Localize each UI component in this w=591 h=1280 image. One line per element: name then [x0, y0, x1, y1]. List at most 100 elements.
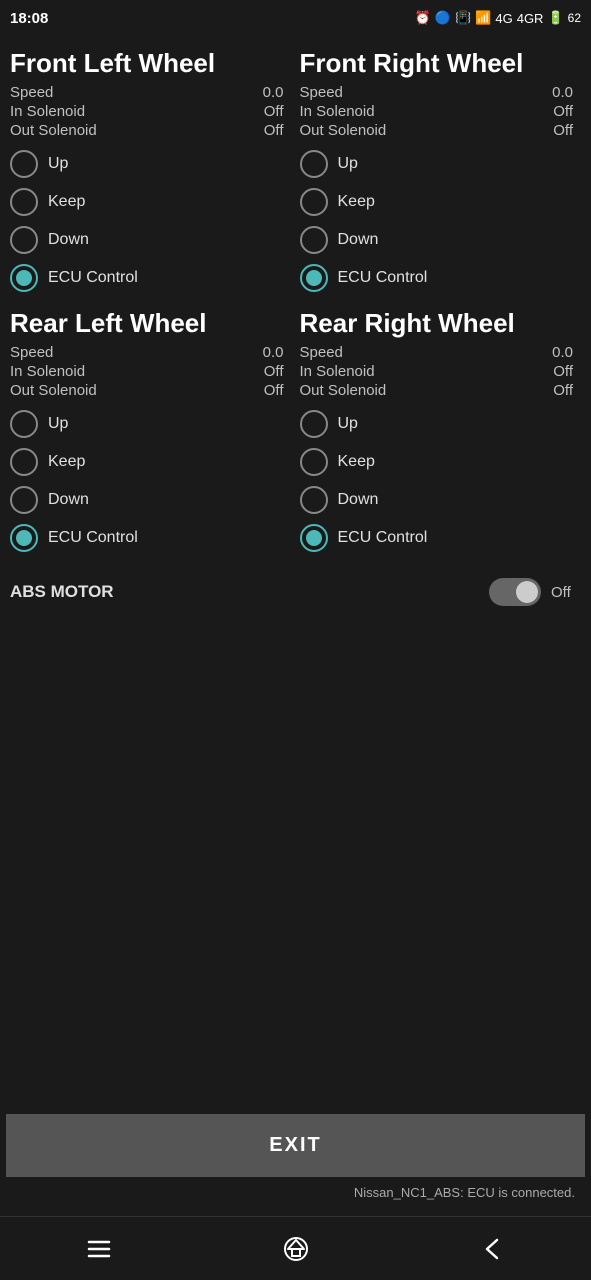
rear-left-down-radio[interactable]: [10, 486, 38, 514]
bluetooth-icon: 🔵: [435, 10, 451, 26]
rear-left-title: Rear Left Wheel: [10, 308, 292, 339]
front-left-radio-group: Up Keep Down ECU Control: [10, 146, 292, 296]
nav-bar: [0, 1216, 591, 1280]
rear-left-keep-option[interactable]: Keep: [10, 444, 292, 480]
front-left-up-label: Up: [48, 155, 68, 173]
status-bar: 18:08 ⏰ 🔵 📳 📶 4G 4GR 🔋 62: [0, 0, 591, 36]
front-right-ecu-label: ECU Control: [338, 269, 428, 287]
back-button[interactable]: [459, 1227, 527, 1271]
abs-motor-row: ABS MOTOR Off: [6, 568, 585, 616]
menu-icon: [85, 1235, 113, 1263]
rear-right-speed-label: Speed: [300, 344, 343, 361]
rear-left-up-radio[interactable]: [10, 410, 38, 438]
front-right-outsolenoid-label: Out Solenoid: [300, 122, 387, 139]
battery-icon: 🔋: [547, 10, 563, 26]
front-right-down-label: Down: [338, 231, 379, 249]
front-left-up-radio[interactable]: [10, 150, 38, 178]
battery-level: 62: [568, 11, 581, 25]
home-button[interactable]: [262, 1227, 330, 1271]
front-right-insolenoid-row: In Solenoid Off: [300, 102, 582, 121]
rear-right-ecu-radio[interactable]: [300, 524, 328, 552]
front-right-ecu-option[interactable]: ECU Control: [300, 260, 582, 296]
front-right-keep-radio[interactable]: [300, 188, 328, 216]
front-right-keep-option[interactable]: Keep: [300, 184, 582, 220]
time-display: 18:08: [10, 10, 48, 27]
front-right-keep-label: Keep: [338, 193, 375, 211]
rear-left-outsolenoid-row: Out Solenoid Off: [10, 381, 292, 400]
front-right-title: Front Right Wheel: [300, 48, 582, 79]
rear-right-outsolenoid-row: Out Solenoid Off: [300, 381, 582, 400]
front-right-radio-group: Up Keep Down ECU Control: [300, 146, 582, 296]
front-left-up-option[interactable]: Up: [10, 146, 292, 182]
front-left-insolenoid-label: In Solenoid: [10, 103, 85, 120]
front-left-title: Front Left Wheel: [10, 48, 292, 79]
front-left-down-option[interactable]: Down: [10, 222, 292, 258]
exit-button[interactable]: EXIT: [6, 1114, 585, 1177]
rear-right-down-option[interactable]: Down: [300, 482, 582, 518]
front-right-insolenoid-label: In Solenoid: [300, 103, 375, 120]
rear-right-outsolenoid-label: Out Solenoid: [300, 382, 387, 399]
rear-left-speed-value: 0.0: [263, 344, 284, 361]
rear-right-insolenoid-value: Off: [553, 363, 573, 380]
rear-right-keep-radio[interactable]: [300, 448, 328, 476]
rear-right-down-label: Down: [338, 491, 379, 509]
front-left-keep-option[interactable]: Keep: [10, 184, 292, 220]
abs-motor-toggle[interactable]: [489, 578, 541, 606]
rear-left-radio-group: Up Keep Down ECU Control: [10, 406, 292, 556]
front-right-section: Front Right Wheel Speed 0.0 In Solenoid …: [296, 44, 586, 304]
content-spacer: [6, 616, 585, 1114]
front-right-down-radio[interactable]: [300, 226, 328, 254]
rear-right-outsolenoid-value: Off: [553, 382, 573, 399]
front-left-speed-value: 0.0: [263, 84, 284, 101]
front-right-outsolenoid-value: Off: [553, 122, 573, 139]
vibrate-icon: 📳: [455, 10, 471, 26]
front-right-ecu-radio[interactable]: [300, 264, 328, 292]
front-left-down-radio[interactable]: [10, 226, 38, 254]
front-right-outsolenoid-row: Out Solenoid Off: [300, 121, 582, 140]
rear-left-outsolenoid-value: Off: [264, 382, 284, 399]
rear-right-title: Rear Right Wheel: [300, 308, 582, 339]
front-right-up-radio[interactable]: [300, 150, 328, 178]
front-left-insolenoid-value: Off: [264, 103, 284, 120]
signal-4g-icon: 4G: [495, 11, 512, 26]
front-right-down-option[interactable]: Down: [300, 222, 582, 258]
wheel-grid: Front Left Wheel Speed 0.0 In Solenoid O…: [6, 44, 585, 564]
front-right-up-option[interactable]: Up: [300, 146, 582, 182]
front-right-speed-row: Speed 0.0: [300, 83, 582, 102]
rear-right-keep-option[interactable]: Keep: [300, 444, 582, 480]
rear-right-section: Rear Right Wheel Speed 0.0 In Solenoid O…: [296, 304, 586, 564]
rear-left-ecu-option[interactable]: ECU Control: [10, 520, 292, 556]
front-right-speed-label: Speed: [300, 84, 343, 101]
rear-left-keep-radio[interactable]: [10, 448, 38, 476]
front-right-up-label: Up: [338, 155, 358, 173]
front-left-ecu-option[interactable]: ECU Control: [10, 260, 292, 296]
rear-right-down-radio[interactable]: [300, 486, 328, 514]
bottom-area: EXIT Nissan_NC1_ABS: ECU is connected.: [6, 1114, 585, 1208]
home-icon: [282, 1235, 310, 1263]
front-left-ecu-radio[interactable]: [10, 264, 38, 292]
front-left-speed-label: Speed: [10, 84, 53, 101]
rear-left-down-option[interactable]: Down: [10, 482, 292, 518]
rear-right-up-option[interactable]: Up: [300, 406, 582, 442]
rear-left-speed-row: Speed 0.0: [10, 343, 292, 362]
front-left-down-label: Down: [48, 231, 89, 249]
rear-left-insolenoid-value: Off: [264, 363, 284, 380]
rear-right-up-radio[interactable]: [300, 410, 328, 438]
rear-left-down-label: Down: [48, 491, 89, 509]
rear-left-ecu-radio[interactable]: [10, 524, 38, 552]
rear-left-keep-label: Keep: [48, 453, 85, 471]
rear-left-up-option[interactable]: Up: [10, 406, 292, 442]
abs-motor-label: ABS MOTOR: [10, 582, 489, 602]
menu-button[interactable]: [65, 1227, 133, 1271]
front-left-keep-radio[interactable]: [10, 188, 38, 216]
rear-right-radio-group: Up Keep Down ECU Control: [300, 406, 582, 556]
wifi-icon: 📶: [475, 10, 491, 26]
front-left-outsolenoid-row: Out Solenoid Off: [10, 121, 292, 140]
front-left-outsolenoid-value: Off: [264, 122, 284, 139]
abs-motor-status: Off: [551, 584, 581, 601]
rear-left-insolenoid-label: In Solenoid: [10, 363, 85, 380]
main-content: Front Left Wheel Speed 0.0 In Solenoid O…: [0, 36, 591, 1216]
rear-right-insolenoid-label: In Solenoid: [300, 363, 375, 380]
rear-right-insolenoid-row: In Solenoid Off: [300, 362, 582, 381]
rear-right-ecu-option[interactable]: ECU Control: [300, 520, 582, 556]
